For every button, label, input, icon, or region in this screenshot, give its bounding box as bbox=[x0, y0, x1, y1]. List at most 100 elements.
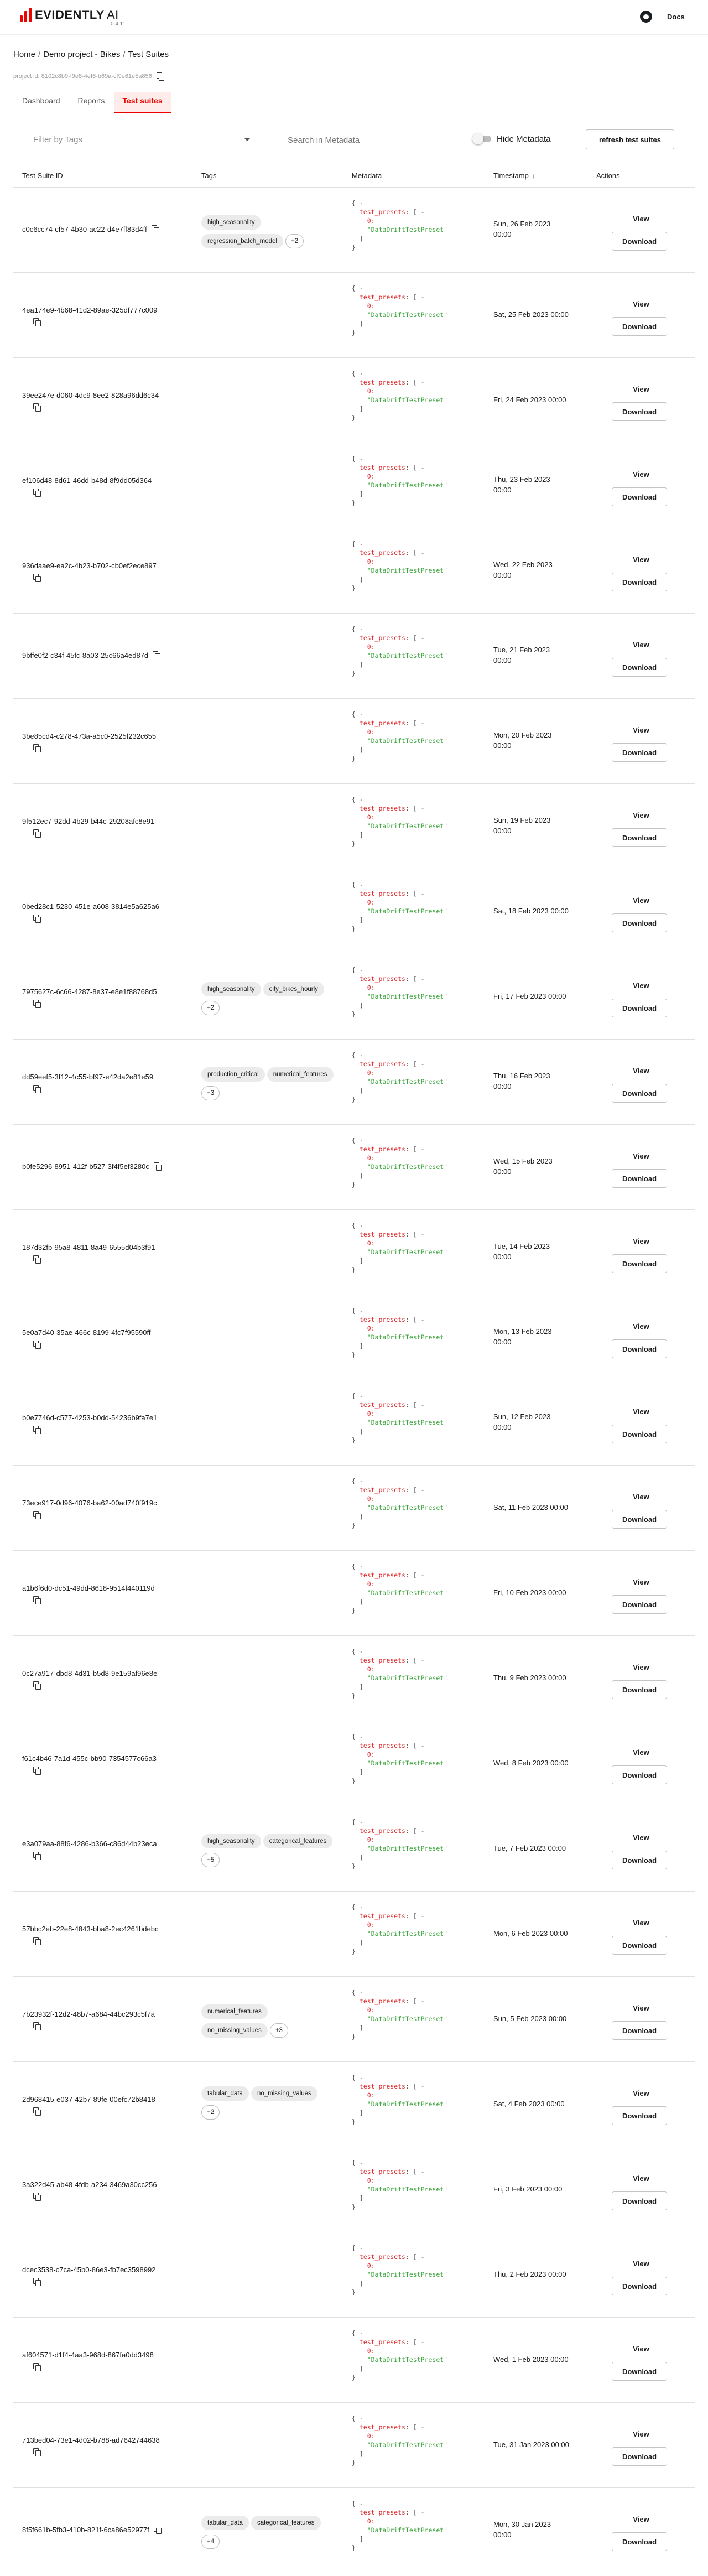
view-button[interactable]: View bbox=[630, 2257, 652, 2270]
copy-icon[interactable] bbox=[33, 829, 41, 838]
view-button[interactable]: View bbox=[630, 1405, 652, 1418]
download-button[interactable]: Download bbox=[612, 2106, 667, 2125]
download-button[interactable]: Download bbox=[612, 1680, 667, 1699]
view-button[interactable]: View bbox=[630, 1149, 652, 1162]
column-header-timestamp[interactable]: Timestamp ↓ bbox=[493, 172, 535, 180]
copy-icon[interactable] bbox=[33, 2363, 41, 2371]
view-button[interactable]: View bbox=[630, 2427, 652, 2440]
view-button[interactable]: View bbox=[630, 1831, 652, 1844]
view-button[interactable]: View bbox=[630, 468, 652, 481]
more-tags-chip[interactable]: +3 bbox=[269, 2023, 288, 2038]
view-button[interactable]: View bbox=[630, 808, 652, 822]
view-button[interactable]: View bbox=[630, 1064, 652, 1077]
download-button[interactable]: Download bbox=[612, 2447, 667, 2466]
copy-icon[interactable] bbox=[33, 574, 41, 582]
copy-icon[interactable] bbox=[33, 1426, 41, 1434]
download-button[interactable]: Download bbox=[612, 232, 667, 251]
view-button[interactable]: View bbox=[630, 1234, 652, 1248]
download-button[interactable]: Download bbox=[612, 743, 667, 762]
download-button[interactable]: Download bbox=[612, 1084, 667, 1103]
copy-icon[interactable] bbox=[33, 1681, 41, 1690]
copy-icon[interactable] bbox=[33, 744, 41, 752]
download-button[interactable]: Download bbox=[612, 1595, 667, 1614]
view-button[interactable]: View bbox=[630, 979, 652, 992]
copy-icon[interactable] bbox=[33, 1000, 41, 1008]
evidently-logo[interactable]: EVIDENTLY AI bbox=[20, 8, 119, 22]
view-button[interactable]: View bbox=[630, 2086, 652, 2100]
view-button[interactable]: View bbox=[630, 2512, 652, 2526]
copy-icon[interactable] bbox=[33, 403, 41, 412]
download-button[interactable]: Download bbox=[612, 2362, 667, 2381]
download-button[interactable]: Download bbox=[612, 1851, 667, 1869]
download-button[interactable]: Download bbox=[612, 658, 667, 677]
download-button[interactable]: Download bbox=[612, 1936, 667, 1955]
download-button[interactable]: Download bbox=[612, 1425, 667, 1443]
view-button[interactable]: View bbox=[630, 297, 652, 310]
more-tags-chip[interactable]: +2 bbox=[201, 1001, 220, 1015]
hide-metadata-toggle[interactable] bbox=[472, 133, 492, 144]
download-button[interactable]: Download bbox=[612, 317, 667, 336]
download-button[interactable]: Download bbox=[612, 1339, 667, 1358]
copy-icon[interactable] bbox=[33, 1852, 41, 1860]
view-button[interactable]: View bbox=[630, 553, 652, 566]
download-button[interactable]: Download bbox=[612, 913, 667, 932]
tab-reports[interactable]: Reports bbox=[69, 92, 114, 113]
docs-link[interactable]: Docs bbox=[667, 13, 685, 21]
view-button[interactable]: View bbox=[630, 1746, 652, 1759]
copy-icon[interactable] bbox=[33, 1596, 41, 1604]
copy-icon[interactable] bbox=[33, 1767, 41, 1775]
download-button[interactable]: Download bbox=[612, 573, 667, 591]
copy-icon[interactable] bbox=[33, 2107, 41, 2116]
download-button[interactable]: Download bbox=[612, 1254, 667, 1273]
metadata-search-input[interactable] bbox=[287, 131, 452, 149]
tags-filter-select[interactable]: Filter by Tags bbox=[33, 131, 256, 148]
copy-icon[interactable] bbox=[33, 2278, 41, 2286]
copy-icon[interactable] bbox=[33, 1085, 41, 1093]
copy-icon[interactable] bbox=[33, 1937, 41, 1945]
copy-icon[interactable] bbox=[151, 225, 159, 233]
view-button[interactable]: View bbox=[630, 638, 652, 651]
download-button[interactable]: Download bbox=[612, 1510, 667, 1529]
view-button[interactable]: View bbox=[630, 1320, 652, 1333]
more-tags-chip[interactable]: +4 bbox=[201, 2535, 220, 2549]
tab-dashboard[interactable]: Dashboard bbox=[13, 92, 69, 113]
github-icon[interactable] bbox=[640, 11, 652, 23]
download-button[interactable]: Download bbox=[612, 999, 667, 1017]
view-button[interactable]: View bbox=[630, 2342, 652, 2355]
copy-icon[interactable] bbox=[33, 1341, 41, 1349]
view-button[interactable]: View bbox=[630, 1916, 652, 1929]
breadcrumb-home[interactable]: Home bbox=[13, 50, 35, 59]
download-button[interactable]: Download bbox=[612, 2021, 667, 2040]
download-button[interactable]: Download bbox=[612, 1169, 667, 1188]
copy-icon[interactable] bbox=[33, 1511, 41, 1519]
view-button[interactable]: View bbox=[630, 2001, 652, 2014]
copy-icon[interactable] bbox=[153, 1162, 162, 1171]
copy-icon[interactable] bbox=[156, 72, 164, 81]
copy-icon[interactable] bbox=[153, 651, 161, 659]
download-button[interactable]: Download bbox=[612, 487, 667, 506]
view-button[interactable]: View bbox=[630, 1490, 652, 1503]
view-button[interactable]: View bbox=[630, 1660, 652, 1674]
copy-icon[interactable] bbox=[153, 2526, 162, 2534]
more-tags-chip[interactable]: +5 bbox=[201, 1853, 220, 1867]
more-tags-chip[interactable]: +2 bbox=[285, 234, 304, 248]
view-button[interactable]: View bbox=[630, 894, 652, 907]
copy-icon[interactable] bbox=[33, 2193, 41, 2201]
download-button[interactable]: Download bbox=[612, 2532, 667, 2551]
copy-icon[interactable] bbox=[33, 489, 41, 497]
download-button[interactable]: Download bbox=[612, 2191, 667, 2210]
view-button[interactable]: View bbox=[630, 723, 652, 736]
download-button[interactable]: Download bbox=[612, 1765, 667, 1784]
download-button[interactable]: Download bbox=[612, 402, 667, 421]
copy-icon[interactable] bbox=[33, 915, 41, 923]
view-button[interactable]: View bbox=[630, 2172, 652, 2185]
view-button[interactable]: View bbox=[630, 382, 652, 396]
tab-test-suites[interactable]: Test suites bbox=[113, 92, 171, 113]
copy-icon[interactable] bbox=[33, 318, 41, 326]
view-button[interactable]: View bbox=[630, 1575, 652, 1588]
breadcrumb-test-suites[interactable]: Test Suites bbox=[128, 50, 169, 59]
more-tags-chip[interactable]: +2 bbox=[201, 2105, 220, 2120]
breadcrumb-project[interactable]: Demo project - Bikes bbox=[43, 50, 120, 59]
more-tags-chip[interactable]: +3 bbox=[201, 1086, 220, 1100]
copy-icon[interactable] bbox=[33, 2022, 41, 2030]
